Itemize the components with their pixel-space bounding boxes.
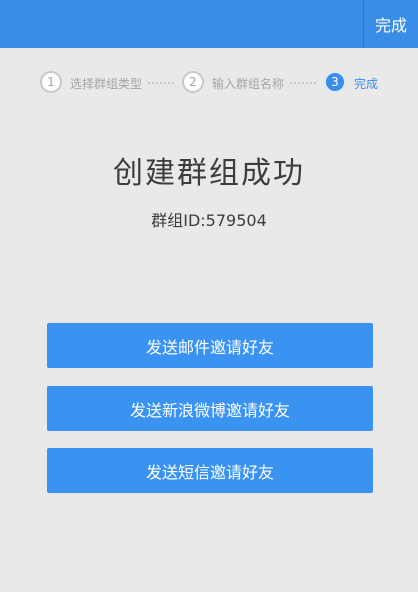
step-2-label: 输入群组名称 xyxy=(212,77,285,91)
page-title: 创建群组成功 xyxy=(113,156,305,191)
step-3-circle: 3 xyxy=(324,71,346,93)
invite-email-button[interactable]: 发送邮件邀请好友 xyxy=(47,323,373,368)
invite-sms-button[interactable]: 发送短信邀请好友 xyxy=(47,448,373,493)
step-divider xyxy=(290,82,316,84)
app-header: 完成 xyxy=(0,0,418,48)
step-1-label: 选择群组类型 xyxy=(70,77,143,91)
group-id: 群组ID:579504 xyxy=(151,211,267,230)
step-indicator: 1 选择群组类型 2 输入群组名称 3 完成 xyxy=(0,66,418,100)
invite-weibo-button[interactable]: 发送新浪微博邀请好友 xyxy=(47,386,373,431)
step-3-label: 完成 xyxy=(354,77,379,91)
step-1-circle: 1 xyxy=(40,71,62,93)
done-button[interactable]: 完成 xyxy=(363,0,418,48)
step-divider xyxy=(148,82,174,84)
step-2-circle: 2 xyxy=(182,71,204,93)
